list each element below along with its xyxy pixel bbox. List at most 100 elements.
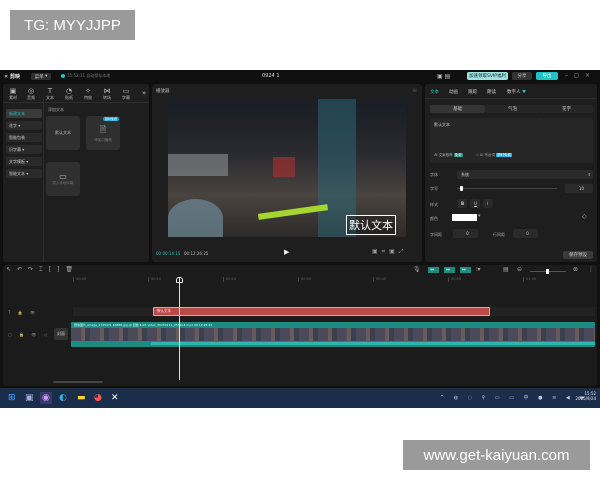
tool-effects[interactable]: ✧ 特效 [81,87,95,101]
sidebar-item-smart-pack[interactable]: 智能包装 [6,133,42,142]
playhead[interactable] [176,277,183,380]
fullscreen-icon[interactable]: ⤢ [399,248,408,255]
text-overlay[interactable]: 默认文本 [346,215,396,235]
subtab-fancy[interactable]: 花字 [540,105,593,113]
more-icon[interactable]: ⋮ [588,266,594,273]
track-toggles[interactable]: ⇔ ⇔ ⇔ [428,267,471,273]
start-icon[interactable]: ⊞ [8,392,16,404]
diamond-icon: ♥ [521,90,526,95]
taskview-icon[interactable]: ▣ [25,392,34,404]
card-default-text[interactable]: 默认文本 [46,116,80,150]
italic-button[interactable]: I [483,199,493,208]
zoom-fit-icon[interactable]: ⊗ [573,266,578,273]
zoom-slider[interactable] [530,269,566,274]
tab-digital-human[interactable]: 数字人 ♥ [507,89,526,95]
focus-icon[interactable]: ⌗ [382,248,389,255]
system-tray[interactable]: ^ ◍ ◌ ⚲ ▭ ▭ 中 ● ≋ ◀ ▬ [440,394,588,401]
recommend-button[interactable]: ⁂ 文案推荐 免费 [434,153,463,158]
document-icon: 🗎 [99,124,107,134]
scale-icon[interactable]: ▣ [389,248,399,255]
align-icon[interactable]: ⫶▾ [476,266,481,274]
cover-button[interactable]: 封面 [54,328,68,340]
tab-tracking[interactable]: 跟踪 [468,89,477,95]
edge-icon[interactable]: ◐ [59,392,67,404]
folder-icon: ▭ [59,172,67,181]
main-video-clip[interactable]: 微信图片_image_1735371 40888.jpg @ 回放 4.0X v… [71,322,595,347]
tab-read-aloud[interactable]: 朗读 [487,89,496,95]
tab-text[interactable]: 文本 [430,89,439,95]
color-swatch[interactable] [452,214,477,221]
caption-toggle-icon[interactable]: ▤ [503,266,509,273]
card-import-captions[interactable]: ▭ 导入本地字幕 [46,162,80,196]
window-controls[interactable]: –◻× [565,72,596,79]
text-track-controls[interactable]: T 🔒 👁 [8,310,38,315]
player-menu-icon[interactable]: ≡ [412,87,417,94]
ai-write-button[interactable]: ⤫ AI 写台词 限时免费 [476,153,513,158]
bold-button[interactable]: B [457,199,467,208]
save-preset-button[interactable]: 保存预设 [563,251,593,259]
undo-icon[interactable]: ↶ [17,266,28,273]
sidebar-item-smart-text[interactable]: 智能文本 ▾ [6,169,42,178]
current-time: 00:00:14:15 [156,251,181,256]
autosave-dot-icon [61,74,65,78]
close-icon[interactable]: × [585,72,596,79]
zoom-slider-handle[interactable] [546,269,550,274]
underline-button[interactable]: U [470,199,480,208]
capcut-taskbar-icon[interactable]: ✕ [111,392,119,404]
clock[interactable]: 15:52 2025/9/24 [570,391,596,401]
minimize-icon[interactable]: – [565,72,574,79]
tool-text[interactable]: T 文本 [43,87,57,101]
mic-icon[interactable]: 🎙 [413,266,421,273]
app-icon[interactable]: ◉ [40,392,52,404]
ratio-icon[interactable]: ▣ [372,248,382,255]
text-input[interactable]: 默认文本 ⁂ 文案推荐 免费 ⤫ AI 写台词 限时免费 [430,118,593,163]
redo-icon[interactable]: ↷ [28,266,39,273]
layout-icon[interactable]: ▣ ▤ [437,73,450,80]
tool-transition[interactable]: ⋈ 转场 [100,87,114,101]
svip-button[interactable]: 加速领取SVIP福利 [467,72,508,80]
more-tools-icon[interactable]: » [137,89,151,97]
size-slider[interactable] [457,186,557,191]
browser-icon[interactable]: ◕ [94,392,102,404]
tool-media[interactable]: ▣ 素材 [6,87,20,101]
font-select[interactable]: 系统 ⇕ [457,170,593,179]
card-add-script[interactable]: 限时免费 🗎 添加口播稿 [86,116,120,150]
sidebar-item-captions[interactable]: 识字幕 ▾ [6,145,42,154]
explorer-icon[interactable]: ▬ [77,392,86,404]
split-left-icon[interactable]: [ [49,266,57,273]
player-controls[interactable]: ▣⌗▣⤢ [372,248,408,256]
share-button[interactable]: 分享 [512,72,532,80]
delete-icon[interactable]: 🗑 [65,266,79,273]
size-slider-handle[interactable] [460,186,463,191]
sidebar-item-fancy-text[interactable]: 花字 ▾ [6,121,42,130]
playhead-handle[interactable] [176,277,183,283]
horizontal-scrollbar[interactable] [53,381,103,383]
sidebar-item-templates[interactable]: 文字模板 ▾ [6,157,42,166]
media-panel: ▣ 素材 ◎ 音频 T 文本 ◔ 贴纸 ✧ 特效 ⋈ 转场 ▭ 字幕 » 新建文本 花字 ▾ … [3,84,149,262]
chevron-down-icon[interactable]: ▾ [478,213,481,219]
size-input[interactable]: 10 [565,184,593,193]
subtab-bubble[interactable]: 气泡 [485,105,540,113]
play-button[interactable]: ▶ [284,248,289,256]
menu-label: 菜单 [34,74,44,80]
tab-animation[interactable]: 动画 [449,89,458,95]
export-button[interactable]: 导出 [536,72,558,80]
menu-dropdown[interactable]: 菜单 ▾ [31,73,51,80]
tool-sticker[interactable]: ◔ 贴纸 [62,87,76,101]
tool-caption[interactable]: ▭ 字幕 [119,87,133,101]
timeline-ruler[interactable]: 00:00 00:10 00:20 00:30 00:40 00:50 01:00 [73,277,593,283]
sidebar-item-new-text[interactable]: 新建文本 [6,109,42,118]
capcut-window: ✕ 剪映 菜单 ▾ 15:52:11 自动保存本地 0924 1 ▣ ▤ 加速领… [0,70,600,408]
subtab-basic[interactable]: 基础 [430,105,485,113]
maximize-icon[interactable]: ◻ [574,72,585,79]
zoom-out-icon[interactable]: ⊖ [517,266,522,273]
video-preview[interactable]: 默认文本 [168,99,406,237]
letter-spacing-input[interactable]: 0 [453,229,478,238]
tool-audio[interactable]: ◎ 音频 [24,87,38,101]
split-icon[interactable]: ⌶ [39,266,49,273]
watermark-bottom-right: www.get-kaiyuan.com [403,440,590,470]
line-spacing-input[interactable]: 0 [513,229,538,238]
keyframe-icon[interactable]: ◇ [582,213,587,220]
text-clip[interactable]: 默认文本 [153,307,490,316]
select-icon[interactable]: ↖ [6,266,17,273]
